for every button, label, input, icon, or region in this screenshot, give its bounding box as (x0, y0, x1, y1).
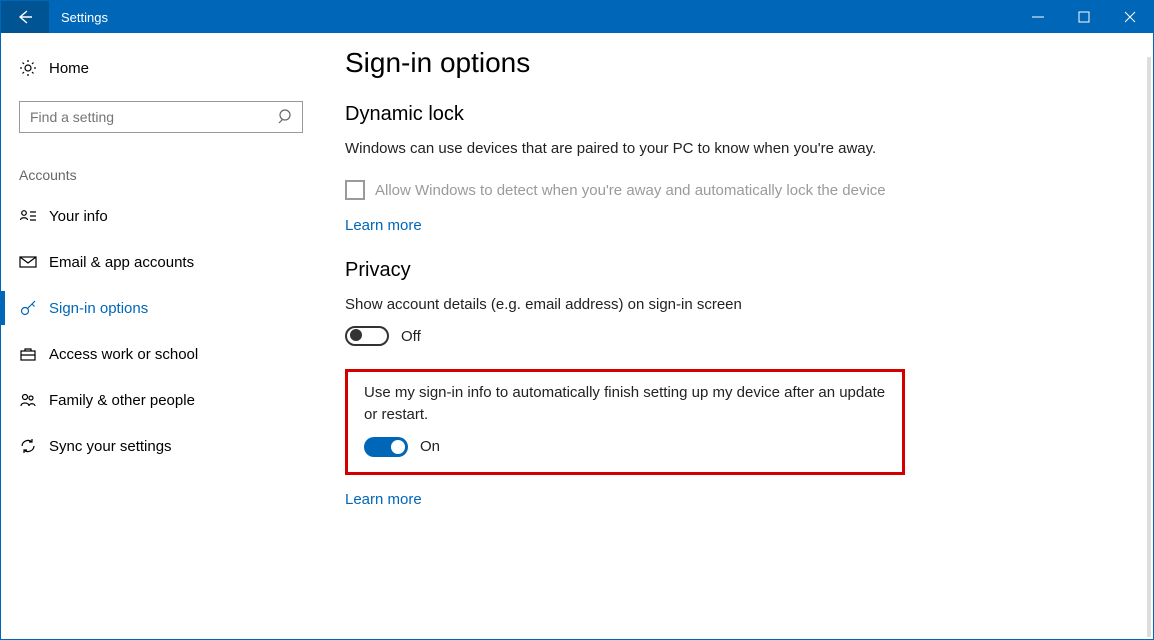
dynamic-lock-description: Windows can use devices that are paired … (345, 138, 905, 160)
sidebar-item-label: Access work or school (49, 346, 198, 363)
arrow-left-icon (16, 8, 34, 26)
maximize-icon (1078, 11, 1090, 23)
sidebar-item-work-school[interactable]: Access work or school (1, 331, 321, 377)
back-button[interactable] (1, 1, 49, 33)
sidebar-item-sync[interactable]: Sync your settings (1, 423, 321, 469)
privacy-show-details-toggle[interactable] (345, 326, 389, 346)
mail-icon (19, 253, 49, 271)
privacy-toggle2-value: On (420, 436, 440, 458)
highlighted-setting-box: Use my sign-in info to automatically fin… (345, 369, 905, 474)
privacy-learn-more-link[interactable]: Learn more (345, 491, 422, 508)
privacy-heading: Privacy (345, 259, 905, 282)
sync-icon (19, 437, 49, 455)
dynamic-lock-learn-more-link[interactable]: Learn more (345, 217, 422, 234)
page-title: Sign-in options (345, 47, 1123, 79)
search-box[interactable] (19, 101, 303, 133)
dynamic-lock-checkbox (345, 180, 365, 200)
dynamic-lock-heading: Dynamic lock (345, 103, 905, 126)
person-card-icon (19, 207, 49, 225)
sidebar-item-label: Family & other people (49, 392, 195, 409)
privacy-toggle1-label: Show account details (e.g. email address… (345, 294, 905, 316)
sidebar-item-your-info[interactable]: Your info (1, 193, 321, 239)
scrollbar[interactable] (1147, 57, 1151, 637)
home-label: Home (49, 60, 89, 77)
dynamic-lock-checkbox-label: Allow Windows to detect when you're away… (375, 180, 886, 201)
briefcase-icon (19, 345, 49, 363)
privacy-auto-signin-toggle[interactable] (364, 437, 408, 457)
people-icon (19, 391, 49, 409)
sidebar-item-signin[interactable]: Sign-in options (1, 285, 321, 331)
sidebar-item-label: Your info (49, 208, 108, 225)
search-input[interactable] (20, 102, 302, 132)
maximize-button[interactable] (1061, 1, 1107, 33)
sidebar-item-label: Email & app accounts (49, 254, 194, 271)
sidebar-item-label: Sign-in options (49, 300, 148, 317)
home-nav[interactable]: Home (1, 45, 321, 91)
privacy-toggle2-label: Use my sign-in info to automatically fin… (364, 382, 886, 426)
minimize-icon (1032, 11, 1044, 23)
sidebar-item-email[interactable]: Email & app accounts (1, 239, 321, 285)
window-title: Settings (49, 1, 108, 33)
privacy-toggle1-value: Off (401, 326, 421, 348)
close-button[interactable] (1107, 1, 1153, 33)
sidebar-item-label: Sync your settings (49, 438, 172, 455)
key-icon (19, 299, 49, 317)
sidebar-item-family[interactable]: Family & other people (1, 377, 321, 423)
gear-icon (19, 59, 49, 77)
sidebar-section-header: Accounts (1, 133, 321, 187)
close-icon (1124, 11, 1136, 23)
minimize-button[interactable] (1015, 1, 1061, 33)
search-icon (278, 108, 294, 129)
